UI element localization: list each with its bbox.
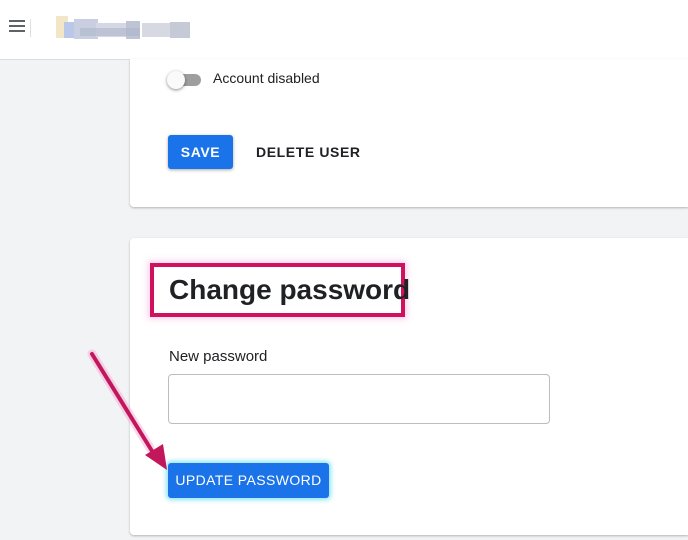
new-password-input[interactable] (168, 374, 550, 424)
account-settings-card: Account disabled SAVE DELETE USER (130, 59, 688, 207)
toggle-thumb (167, 71, 185, 89)
hamburger-menu-icon[interactable] (9, 20, 25, 34)
update-password-button[interactable]: UPDATE PASSWORD (168, 463, 329, 498)
header-divider (30, 19, 31, 37)
account-disabled-toggle[interactable] (167, 71, 203, 89)
change-password-title: Change password (169, 274, 411, 305)
change-password-card: Change password New password UPDATE PASS… (130, 238, 688, 535)
new-password-label: New password (169, 348, 268, 365)
save-button[interactable]: SAVE (168, 135, 233, 169)
blurred-logo (56, 14, 192, 44)
account-disabled-label: Account disabled (213, 70, 320, 86)
app-header (0, 0, 688, 60)
delete-user-button[interactable]: DELETE USER (250, 135, 367, 169)
